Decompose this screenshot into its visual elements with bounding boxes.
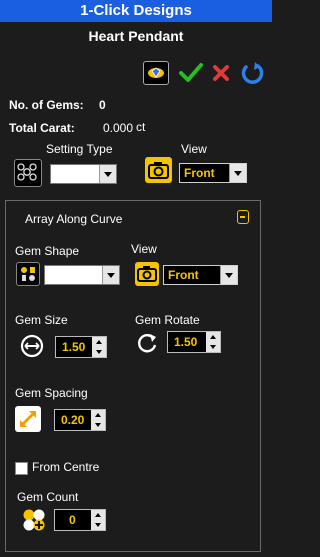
gem-count-label: Gem Count xyxy=(17,490,79,504)
setting-view-value: Front xyxy=(184,166,215,180)
from-centre-label: From Centre xyxy=(32,460,100,474)
stepper-down-icon[interactable] xyxy=(206,342,220,352)
carat-label: Total Carat: xyxy=(9,121,75,135)
collapse-icon[interactable] xyxy=(237,210,249,224)
chevron-down-icon[interactable] xyxy=(99,165,116,183)
stepper-down-icon[interactable] xyxy=(91,520,105,530)
chevron-down-icon[interactable] xyxy=(102,266,119,284)
gem-count-icon[interactable] xyxy=(22,508,46,532)
stepper-up-icon[interactable] xyxy=(92,337,106,347)
gems-value: 0 xyxy=(99,98,106,112)
gem-size-value: 1.50 xyxy=(62,340,86,354)
setting-view-select[interactable]: Front xyxy=(179,163,247,183)
stepper-up-icon[interactable] xyxy=(91,410,105,420)
chevron-down-icon[interactable] xyxy=(229,164,246,182)
array-view-label: View xyxy=(131,242,157,256)
gem-rotate-value: 1.50 xyxy=(174,335,198,349)
gem-count-stepper[interactable]: 0 xyxy=(54,509,106,531)
refresh-icon[interactable] xyxy=(238,60,266,88)
stepper-down-icon[interactable] xyxy=(92,347,106,357)
gem-shape-label: Gem Shape xyxy=(15,244,80,258)
gem-spacing-label: Gem Spacing xyxy=(15,386,88,400)
chevron-down-icon[interactable] xyxy=(220,266,237,284)
stepper-up-icon[interactable] xyxy=(91,510,105,520)
gem-view-icon[interactable] xyxy=(143,61,169,85)
page-title: Heart Pendant xyxy=(88,28,184,44)
stepper-down-icon[interactable] xyxy=(91,420,105,430)
setting-type-label: Setting Type xyxy=(46,142,113,156)
window-title: 1-Click Designs xyxy=(0,0,272,22)
array-view-value: Front xyxy=(168,268,199,282)
setting-type-icon[interactable] xyxy=(14,159,42,187)
gem-spacing-icon[interactable] xyxy=(15,406,41,432)
carat-value: 0.000 xyxy=(103,121,134,135)
gem-count-value: 0 xyxy=(69,513,76,527)
setting-view-label: View xyxy=(181,142,207,156)
gem-shape-select[interactable] xyxy=(44,265,120,285)
gem-rotate-icon[interactable] xyxy=(135,331,159,355)
camera-icon[interactable] xyxy=(145,157,172,183)
gem-rotate-label: Gem Rotate xyxy=(135,313,200,327)
gem-size-label: Gem Size xyxy=(15,313,68,327)
gems-label: No. of Gems: xyxy=(9,98,84,112)
gem-spacing-stepper[interactable]: 0.20 xyxy=(54,409,106,431)
array-view-select[interactable]: Front xyxy=(163,265,238,285)
gem-shape-icon[interactable] xyxy=(16,262,40,286)
gem-spacing-value: 0.20 xyxy=(61,413,85,427)
camera-icon[interactable] xyxy=(135,262,159,286)
carat-unit: ct xyxy=(136,120,146,134)
array-title: Array Along Curve xyxy=(25,212,123,226)
close-icon[interactable] xyxy=(211,63,231,83)
stepper-up-icon[interactable] xyxy=(206,332,220,342)
check-icon[interactable] xyxy=(178,61,204,85)
setting-type-select[interactable] xyxy=(50,164,117,184)
gem-size-stepper[interactable]: 1.50 xyxy=(55,336,107,358)
gem-rotate-stepper[interactable]: 1.50 xyxy=(167,331,221,353)
from-centre-checkbox[interactable] xyxy=(15,462,28,475)
gem-size-icon[interactable] xyxy=(20,334,44,358)
